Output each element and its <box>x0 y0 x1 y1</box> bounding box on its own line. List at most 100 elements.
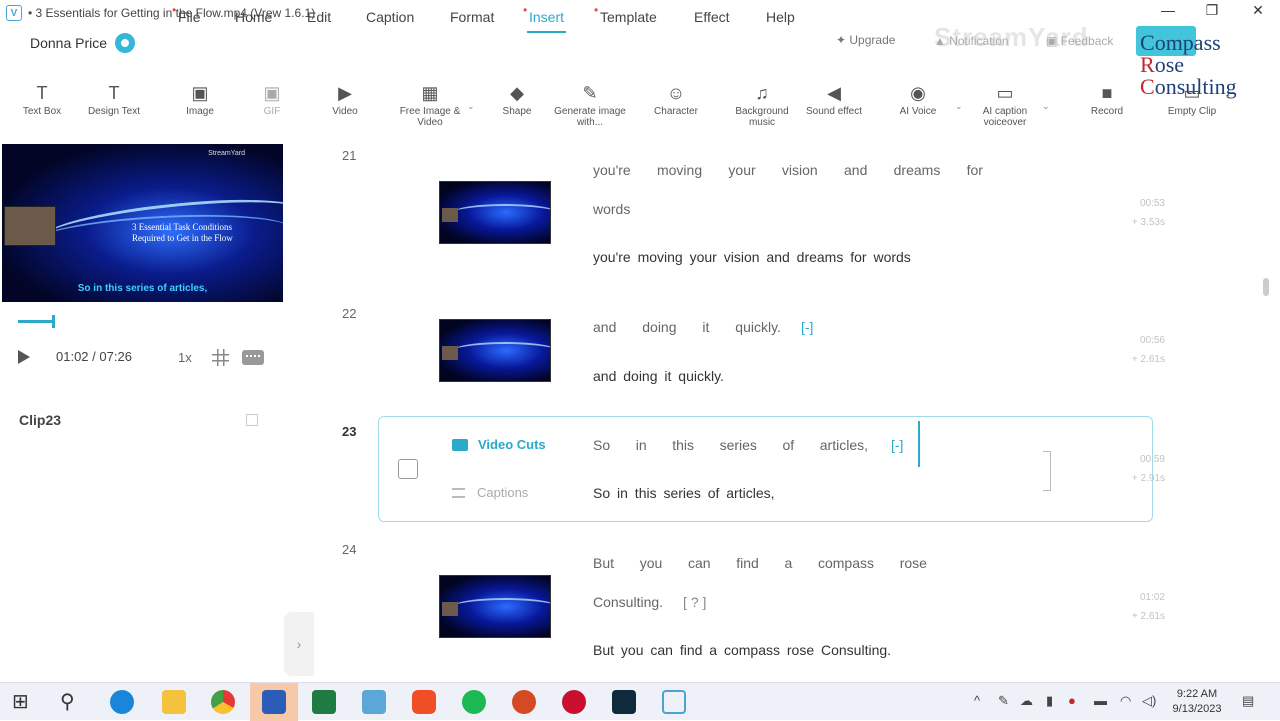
shape-icon: ◆ <box>510 83 524 103</box>
chevron-down-icon[interactable]: ⌄ <box>1224 89 1232 100</box>
tool-ai-voice[interactable]: ◉ AI Voice ⌄ <box>878 80 963 117</box>
clip-thumbnail[interactable] <box>439 575 551 638</box>
clip-timing: 01:02 + 2.61s <box>1131 592 1165 622</box>
volume-icon[interactable]: ◁) <box>1142 693 1156 709</box>
video-cut-words-cont[interactable]: words <box>593 201 630 217</box>
subtitle-toggle-icon[interactable] <box>242 350 264 365</box>
clip-name: Clip23 <box>19 412 62 428</box>
tool-gif[interactable]: ▣ GIF <box>232 80 312 117</box>
record-camera-icon: ■ <box>1101 83 1113 103</box>
tray-pen-icon[interactable]: ✎ <box>998 693 1009 709</box>
menu-template[interactable]: Template <box>594 3 657 25</box>
file-explorer-icon[interactable] <box>162 690 186 714</box>
tool-sound-effect[interactable]: ◀ Sound effect <box>794 80 874 117</box>
caption-text[interactable]: But you can find a compass rose Consulti… <box>593 642 891 658</box>
pause-marker[interactable]: [-] <box>801 319 813 335</box>
menu-home[interactable]: Home <box>235 9 272 25</box>
menu-edit[interactable]: Edit <box>307 9 331 25</box>
play-icon[interactable] <box>18 350 30 364</box>
scrollbar-thumb[interactable] <box>1263 278 1269 296</box>
playback-progress[interactable] <box>18 315 55 328</box>
clip-thumbnail[interactable] <box>439 319 551 382</box>
tool-empty-clip[interactable]: ▭ Empty Clip ⌄ <box>1152 80 1232 117</box>
chevron-down-icon[interactable]: ⌄ <box>467 101 475 112</box>
clip-checkbox[interactable] <box>398 459 418 479</box>
close-icon[interactable]: ✕ <box>1238 2 1278 19</box>
speed-button[interactable]: 1x <box>178 350 192 365</box>
system-clock[interactable]: 9:22 AM 9/13/2023 <box>1168 687 1226 718</box>
menu-help[interactable]: Help <box>766 9 795 25</box>
video-cut-words[interactable]: you're moving your vision and dreams for <box>593 162 983 178</box>
text-cursor <box>918 421 920 467</box>
unclear-marker[interactable]: [ ? ] <box>683 594 706 610</box>
battery-icon[interactable]: ▬ <box>1094 693 1107 708</box>
menu-effect[interactable]: Effect <box>694 9 730 25</box>
app-dark-icon[interactable] <box>612 690 636 714</box>
chrome-icon[interactable] <box>211 690 235 714</box>
caption-lines-icon <box>452 487 465 498</box>
tool-image[interactable]: ▣ Image <box>160 80 240 117</box>
chevron-down-icon[interactable]: ⌄ <box>1042 101 1050 112</box>
grid-icon[interactable] <box>212 349 229 366</box>
edge-icon[interactable] <box>110 690 134 714</box>
current-time: 01:02 <box>56 349 89 364</box>
notifications-icon[interactable]: ▤ <box>1242 693 1254 709</box>
tool-video[interactable]: ▶ Video <box>305 80 385 117</box>
tool-generate-image[interactable]: ✎ Generate image with... <box>550 80 630 128</box>
video-cut-words[interactable]: So in this series of articles, <box>593 437 868 453</box>
upgrade-button[interactable]: ✦ Upgrade <box>836 33 895 47</box>
tool-free-image-video[interactable]: ▦ Free Image & Video ⌄ <box>390 80 475 128</box>
clip-number: 23 <box>342 424 357 439</box>
video-subtitle: So in this series of articles, <box>77 283 208 294</box>
wifi-icon[interactable]: ◠ <box>1120 693 1131 709</box>
menu-caption[interactable]: Caption <box>366 9 414 25</box>
tool-background-music[interactable]: ♫ Background music <box>722 80 802 128</box>
tool-text-box[interactable]: T Text Box <box>2 80 82 117</box>
powerpoint-icon[interactable] <box>512 690 536 714</box>
tool-ai-caption-voiceover[interactable]: ▭ AI caption voiceover ⌄ <box>965 80 1050 128</box>
video-preview[interactable]: StreamYard 3 Essential Task Conditions R… <box>2 144 283 302</box>
pause-marker[interactable]: [-] <box>891 437 903 453</box>
windows-start-icon[interactable]: ⊞ <box>12 690 36 714</box>
video-cut-words[interactable]: But you can find a compass rose <box>593 555 927 571</box>
collapse-panel-button[interactable]: › <box>284 612 314 676</box>
caption-text[interactable]: and doing it quickly. <box>593 368 724 384</box>
selected-clip-row[interactable] <box>378 416 1153 522</box>
restore-icon[interactable]: ❐ <box>1192 2 1232 19</box>
user-account[interactable]: Donna Price <box>30 33 136 53</box>
spotify-icon[interactable] <box>462 690 486 714</box>
word-icon[interactable] <box>262 690 286 714</box>
clip-thumbnail[interactable] <box>439 181 551 244</box>
caption-text[interactable]: So in this series of articles, <box>593 485 775 501</box>
menu-file[interactable]: File <box>172 3 200 25</box>
excel-icon[interactable] <box>312 690 336 714</box>
clip-number: 24 <box>342 542 357 557</box>
tray-cloud-icon[interactable]: ☁ <box>1020 693 1033 709</box>
tool-character[interactable]: ☺ Character <box>636 80 716 117</box>
music-note-icon: ♫ <box>755 83 769 103</box>
search-icon[interactable]: ⚲ <box>60 690 84 714</box>
brave-icon[interactable] <box>412 690 436 714</box>
gif-icon: ▣ <box>263 83 281 103</box>
tool-design-text[interactable]: T Design Text <box>74 80 154 117</box>
menu-format[interactable]: Format <box>450 9 494 25</box>
tray-antivirus-icon[interactable]: ● <box>1068 693 1076 708</box>
app-red-icon[interactable] <box>562 690 586 714</box>
menu-insert[interactable]: Insert <box>523 3 567 33</box>
avatar-icon[interactable] <box>115 33 136 53</box>
video-cut-words-cont[interactable]: Consulting.[ ? ] <box>593 594 706 610</box>
open-external-icon[interactable] <box>246 414 258 426</box>
minimize-icon[interactable]: — <box>1148 2 1188 18</box>
tool-shape[interactable]: ◆ Shape <box>477 80 557 117</box>
tray-usb-icon[interactable]: ▮ <box>1046 693 1053 709</box>
chevron-down-icon[interactable]: ⌄ <box>955 101 963 112</box>
caption-text[interactable]: you're moving your vision and dreams for… <box>593 249 911 265</box>
progress-handle[interactable] <box>52 315 55 328</box>
film-icon <box>452 438 468 451</box>
video-cut-words[interactable]: and doing it quickly. [-] <box>593 319 813 335</box>
tool-record[interactable]: ■ Record <box>1067 80 1147 117</box>
vrew-taskbar-icon[interactable] <box>662 690 686 714</box>
photos-icon[interactable] <box>362 690 386 714</box>
chevron-up-icon[interactable]: ^ <box>974 693 980 708</box>
time-display: 01:02 / 07:26 <box>56 349 132 364</box>
